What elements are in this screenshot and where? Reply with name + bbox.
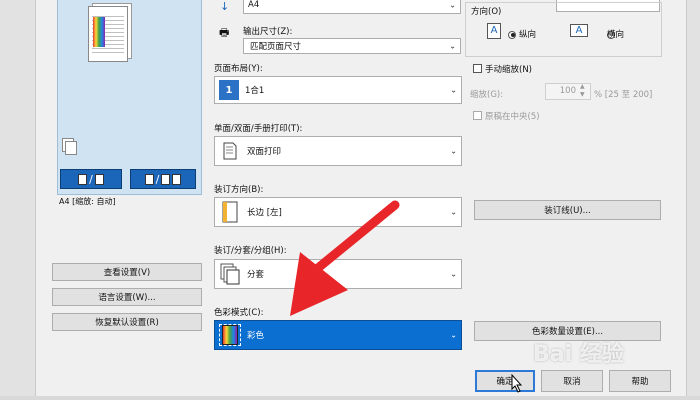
color-mode-combo[interactable]: 彩色 ⌄ (214, 320, 462, 350)
language-settings-button[interactable]: 语言设置(W)... (52, 288, 202, 306)
color-mode-value: 彩色 (247, 331, 265, 341)
slash-icon: / (155, 172, 160, 186)
preview-mode-button-2[interactable]: / (130, 169, 196, 189)
copies-stack-icon (62, 138, 80, 158)
preview-mode-button-1[interactable]: / (60, 169, 122, 189)
collate-label: 装订/分套/分组(H): (214, 246, 287, 256)
output-size-label: 输出尺寸(Z): (243, 27, 293, 37)
binding-direction-combo[interactable]: 长边 [左] ⌄ (214, 197, 462, 227)
restore-defaults-button[interactable]: 恢复默认设置(R) (52, 313, 202, 331)
center-original-label: 原稿在中央(5) (485, 112, 540, 122)
spinner-icon[interactable]: ▲ ▼ (580, 83, 585, 99)
duplex-value: 双面打印 (247, 147, 282, 157)
output-size-combo[interactable]: 匹配页面尺寸 ⌄ (243, 38, 461, 54)
preview-image (93, 17, 105, 47)
paper-size-value: A4 (248, 0, 260, 10)
page-layout-label: 页面布局(Y): (214, 64, 263, 74)
binding-direction-value: 长边 [左] (247, 208, 282, 218)
landscape-label[interactable]: 横向 (607, 28, 624, 40)
color-page-icon (172, 173, 182, 185)
chevron-down-icon: ⌄ (450, 85, 457, 95)
binding-line-button[interactable]: 装订线(U)... (474, 200, 661, 220)
chevron-down-icon: ⌄ (449, 0, 456, 10)
print-preview-panel: / / (57, 0, 202, 195)
window-frame-bottom (0, 396, 700, 400)
center-original-checkbox[interactable] (473, 111, 482, 120)
portrait-label[interactable]: 纵向 (519, 28, 536, 40)
printer-icon: 🖶 (219, 26, 230, 39)
collate-combo[interactable]: 分套 ⌄ (214, 259, 462, 289)
chevron-down-icon: ⌄ (449, 41, 456, 51)
output-size-value: 匹配页面尺寸 (250, 42, 302, 52)
page-layout-value: 1合1 (245, 86, 265, 96)
watermark: Bai 经验 (533, 342, 624, 367)
preview-paper (88, 6, 128, 62)
page-icon (94, 173, 104, 185)
manual-scaling-label[interactable]: 手动缩放(N) (485, 63, 532, 75)
chevron-down-icon: ⌄ (450, 146, 457, 156)
chevron-down-icon: ⌄ (450, 269, 457, 279)
help-button[interactable]: 帮助 (609, 370, 671, 392)
color-mode-label: 色彩模式(C): (214, 308, 264, 318)
window-frame-right (686, 0, 700, 400)
collate-value: 分套 (247, 270, 265, 280)
page-icon (78, 173, 88, 185)
mouse-cursor-icon (511, 374, 523, 393)
down-arrow-icon: ↓ (220, 0, 230, 13)
preview-status: A4 [缩放: 自动] (59, 197, 116, 206)
orientation-label: 方向(O) (469, 5, 504, 17)
landscape-icon: A (570, 24, 588, 37)
color-page-icon (219, 324, 241, 346)
portrait-radio[interactable] (508, 30, 516, 39)
page-icon (161, 173, 171, 185)
paper-size-combo[interactable]: A4 ⌄ (243, 0, 461, 14)
page-layout-combo[interactable]: 1 1合1 ⌄ (214, 76, 462, 104)
collate-stack-icon (219, 263, 241, 285)
binding-left-icon (219, 201, 241, 223)
duplex-combo[interactable]: 双面打印 ⌄ (214, 136, 462, 166)
chevron-down-icon: ⌄ (450, 330, 457, 340)
duplex-label: 单面/双面/手册打印(T): (214, 124, 303, 134)
chevron-down-icon: ⌄ (450, 207, 457, 217)
view-settings-button[interactable]: 查看设置(V) (52, 263, 202, 281)
scale-range: % [25 至 200] (594, 90, 653, 100)
slash-icon: / (89, 172, 93, 186)
duplex-page-icon (219, 140, 241, 162)
scale-label: 缩放(G): (470, 90, 504, 100)
manual-scaling-checkbox[interactable] (473, 64, 482, 73)
portrait-icon: A (487, 23, 501, 39)
cancel-button[interactable]: 取消 (541, 370, 603, 392)
ok-button[interactable]: 确定 (475, 370, 535, 392)
color-page-icon (144, 173, 154, 185)
binding-direction-label: 装订方向(B): (214, 185, 264, 195)
layout-icon: 1 (219, 80, 239, 100)
window-frame-left (0, 0, 36, 400)
